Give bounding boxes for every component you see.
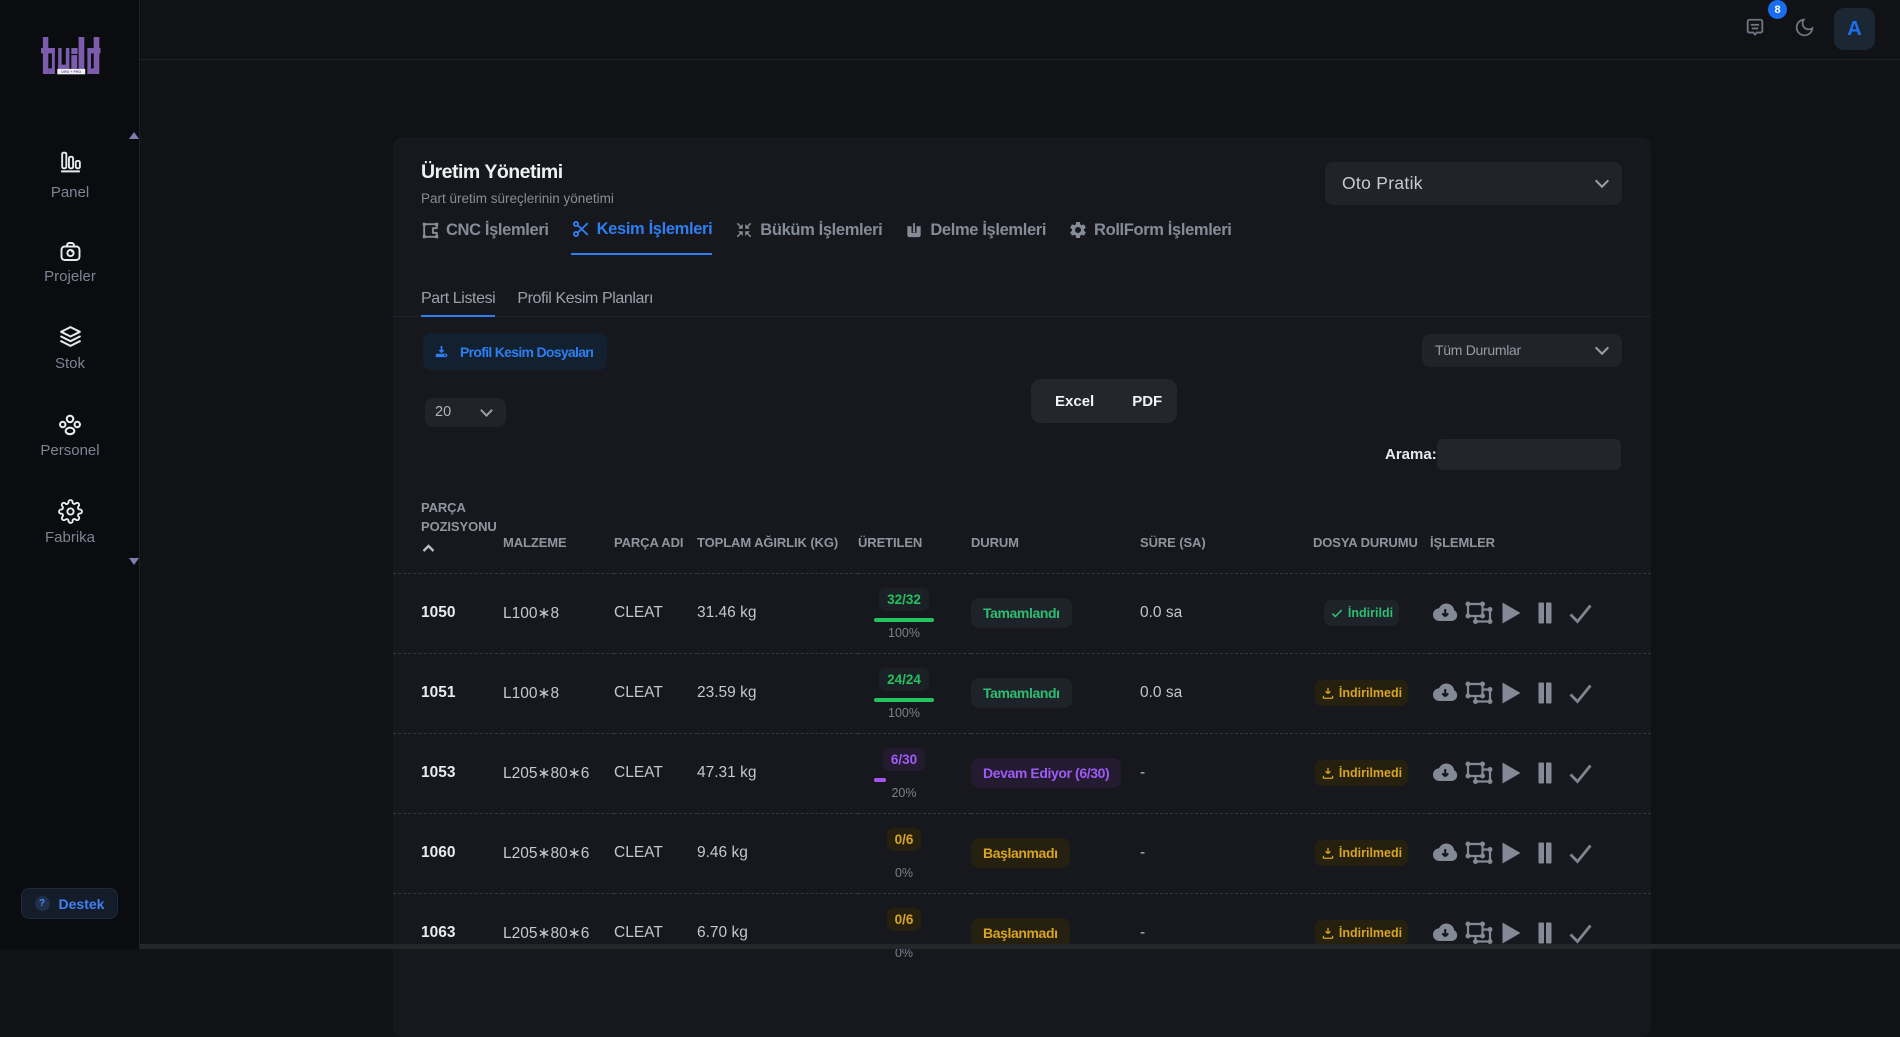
svg-text:ORG + PRO: ORG + PRO <box>61 70 81 74</box>
